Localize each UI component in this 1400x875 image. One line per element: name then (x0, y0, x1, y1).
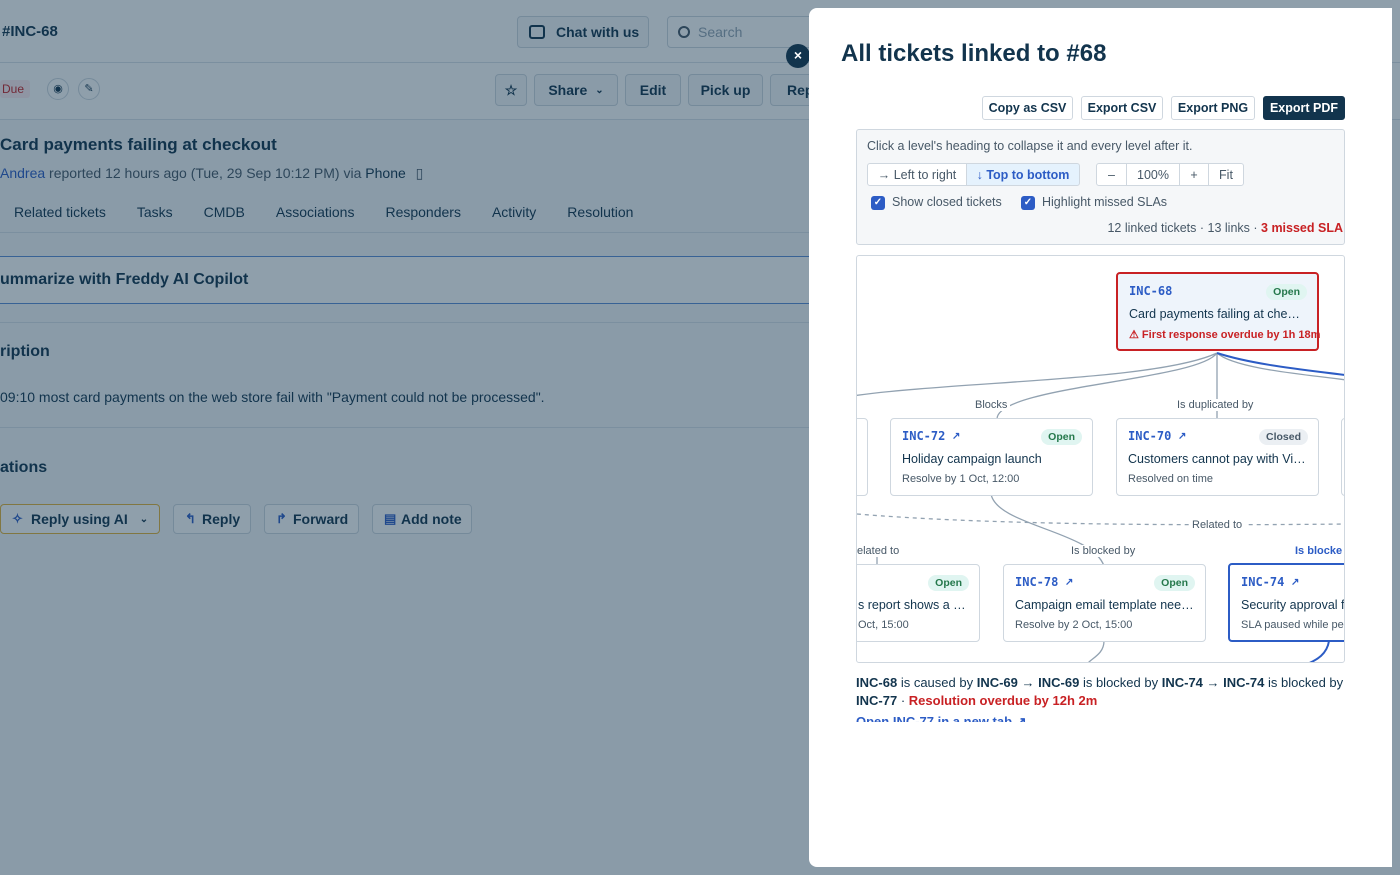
path-arrow: → (1021, 675, 1035, 690)
node-inc-74[interactable]: INC-74 ↗ Security approval f SLA paused … (1228, 563, 1345, 642)
status-badge: Open (1041, 429, 1082, 445)
node-id: INC-70 (1128, 429, 1172, 443)
node-cut-right-top[interactable] (1341, 418, 1344, 496)
node-title: Holiday campaign launch (902, 452, 1042, 466)
export-csv-button[interactable]: Export CSV (1081, 96, 1163, 120)
status-badge: Closed (1258, 429, 1308, 445)
external-link-icon[interactable]: ↗ (952, 431, 960, 442)
zoom-fit-button[interactable]: Fit (1208, 163, 1244, 186)
zoom-out-button[interactable]: – (1096, 163, 1127, 186)
external-link-icon[interactable]: ↗ (1065, 577, 1073, 588)
edge-label-duplicated: Is duplicated by (1174, 399, 1257, 411)
edge-label-related-left: elated to (857, 545, 903, 557)
highlight-sla-label: Highlight missed SLAs (1042, 195, 1168, 209)
node-id: INC-74 (1241, 575, 1285, 589)
status-badge: Open (1154, 575, 1195, 591)
summary-missed-sla: 3 missed SLA (1261, 221, 1343, 235)
graph-summary: 12 linked tickets · 13 links · 3 missed … (1107, 221, 1343, 235)
path-ticket: INC-69 (1038, 675, 1080, 690)
edge-related-dash (857, 513, 1344, 526)
edge-mid (1088, 640, 1105, 662)
panel-title: All tickets linked to #68 (841, 40, 1107, 67)
path-relation: is blocked by (1082, 675, 1159, 690)
edge-root-74-hl (1216, 352, 1344, 376)
node-sla: Resolve by 2 Oct, 15:00 (1015, 619, 1133, 631)
node-sla: Oct, 15:00 (858, 619, 909, 631)
ticket-graph[interactable]: Blocks Is duplicated by Related to elate… (856, 255, 1345, 663)
node-title: s report shows a … (858, 598, 966, 612)
layout-top-to-bottom[interactable]: ↓ Top to bottom (966, 163, 1080, 186)
node-sla: SLA paused while pe (1241, 619, 1344, 631)
zoom-level: 100% (1126, 163, 1180, 186)
path-separator: · (900, 693, 906, 708)
node-cut-left-top[interactable] (857, 418, 868, 496)
node-inc-68[interactable]: INC-68 Open Card payments failing at che… (1116, 272, 1321, 351)
node-sla: Resolve by 1 Oct, 12:00 (902, 473, 1020, 485)
edge-root-blocks (857, 352, 1218, 397)
path-ticket: INC-69 (976, 675, 1018, 690)
path-arrow: → (1206, 675, 1220, 690)
node-inc-72[interactable]: INC-72 ↗ Open Holiday campaign launch Re… (890, 418, 1093, 496)
external-link-icon[interactable]: ↗ (1178, 431, 1186, 442)
node-title: Card payments failing at che… (1129, 307, 1300, 321)
node-title: Campaign email template need… (1015, 598, 1195, 612)
edge-label-blocks: Blocks (972, 399, 1011, 411)
layout-left-to-right[interactable]: → Left to right (867, 163, 967, 186)
collapse-hint: Click a level's heading to collapse it a… (867, 139, 1193, 153)
critical-path-text: INC-68 is caused by INC-69 → INC-69 is b… (856, 674, 1348, 710)
open-ticket-link[interactable]: Open INC-77 in a new tab ↗ (856, 713, 1348, 722)
close-icon[interactable]: × (786, 44, 810, 68)
zoom-in-button[interactable]: + (1179, 163, 1209, 186)
path-overdue: Resolution overdue by 12h 2m (908, 693, 1098, 708)
edge-74-down-hl (1309, 640, 1330, 662)
path-ticket: INC-77 (856, 693, 898, 708)
status-badge: Open (928, 575, 969, 591)
highlight-sla-checkbox[interactable]: ✓ (1021, 196, 1035, 210)
node-inc-78[interactable]: INC-78 ↗ Open Campaign email template ne… (1003, 564, 1206, 642)
node-id: INC-68 (1129, 284, 1173, 298)
node-id: INC-78 (1015, 575, 1059, 589)
summary-counts: 12 linked tickets · 13 links · (1107, 221, 1258, 235)
copy-csv-button[interactable]: Copy as CSV (982, 96, 1073, 120)
external-link-icon[interactable]: ↗ (1291, 577, 1299, 588)
status-badge: Open (1266, 284, 1307, 300)
node-cut-left-bottom[interactable]: Open s report shows a … Oct, 15:00 (857, 564, 980, 642)
path-relation: is blocked by (1267, 675, 1344, 690)
path-relation: is caused by (900, 675, 974, 690)
path-ticket: INC-74 (1223, 675, 1265, 690)
edge-label-blocked-hl: Is blocke (1292, 545, 1344, 557)
path-ticket: INC-68 (856, 675, 898, 690)
edge-label-related-right: Related to (1189, 519, 1246, 531)
node-title: Security approval f (1241, 598, 1345, 612)
show-closed-checkbox[interactable]: ✓ (871, 196, 885, 210)
export-pdf-button[interactable]: Export PDF (1263, 96, 1345, 120)
node-title: Customers cannot pay with Vi… (1128, 452, 1306, 466)
node-inc-70[interactable]: INC-70 ↗ Closed Customers cannot pay wit… (1116, 418, 1319, 496)
node-id: INC-72 (902, 429, 946, 443)
node-sla: ⚠ First response overdue by 1h 18m (1129, 329, 1321, 341)
path-ticket: INC-74 (1161, 675, 1203, 690)
export-png-button[interactable]: Export PNG (1171, 96, 1255, 120)
show-closed-label: Show closed tickets (892, 195, 1002, 209)
node-sla: Resolved on time (1128, 473, 1213, 485)
edge-label-blocked-by: Is blocked by (1068, 545, 1139, 557)
